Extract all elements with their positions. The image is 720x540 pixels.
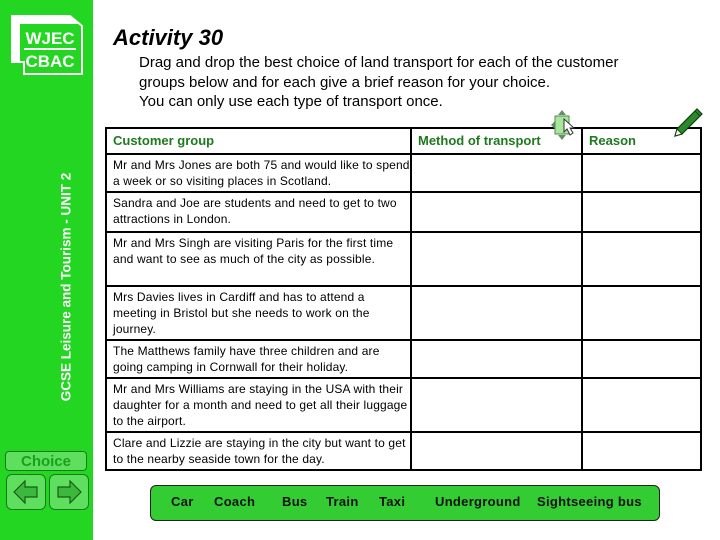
method-drop-cell[interactable] — [410, 191, 583, 233]
transport-option-taxi[interactable]: Taxi — [379, 494, 405, 509]
customer-group-cell: Clare and Lizzie are staying in the city… — [105, 431, 412, 471]
reason-cell[interactable] — [581, 431, 702, 471]
transport-option-bus[interactable]: Bus — [282, 494, 307, 509]
transport-option-car[interactable]: Car — [171, 494, 194, 509]
table-row: Sandra and Joe are students and need to … — [105, 191, 702, 233]
reason-cell[interactable] — [581, 191, 702, 233]
activity-table: Customer group Method of transport Reaso… — [105, 127, 702, 471]
table-row: Clare and Lizzie are staying in the city… — [105, 431, 702, 471]
sidebar: WJEC CBAC GCSE Leisure and Tourism - UNI… — [0, 0, 93, 540]
customer-group-cell: Mr and Mrs Singh are visiting Paris for … — [105, 231, 412, 287]
table-row: Mr and Mrs Jones are both 75 and would l… — [105, 153, 702, 193]
svg-text:WJEC: WJEC — [25, 29, 74, 48]
next-button[interactable] — [49, 474, 89, 510]
reason-cell[interactable] — [581, 153, 702, 193]
method-drop-cell[interactable] — [410, 285, 583, 341]
reason-cell[interactable] — [581, 285, 702, 341]
customer-group-cell: Mr and Mrs Williams are staying in the U… — [105, 377, 412, 433]
reason-cell[interactable] — [581, 339, 702, 379]
wjec-logo: WJEC CBAC — [11, 15, 83, 75]
choice-label: Choice — [5, 451, 87, 471]
customer-group-cell: The Matthews family have three children … — [105, 339, 412, 379]
left-arrow-icon — [13, 479, 38, 505]
reason-cell[interactable] — [581, 377, 702, 433]
customer-group-cell: Mr and Mrs Jones are both 75 and would l… — [105, 153, 412, 193]
table-header-row: Customer group Method of transport Reaso… — [105, 127, 702, 155]
drag-move-icon — [551, 110, 576, 140]
transport-option-sightseeing-bus[interactable]: Sightseeing bus — [537, 494, 642, 509]
right-arrow-icon — [57, 479, 82, 505]
method-drop-cell[interactable] — [410, 339, 583, 379]
method-drop-cell[interactable] — [410, 231, 583, 287]
customer-group-cell: Mrs Davies lives in Cardiff and has to a… — [105, 285, 412, 341]
previous-button[interactable] — [6, 474, 46, 510]
transport-option-coach[interactable]: Coach — [214, 494, 255, 509]
method-drop-cell[interactable] — [410, 153, 583, 193]
activity-title: Activity 30 — [113, 25, 224, 50]
table-row: Mr and Mrs Singh are visiting Paris for … — [105, 231, 702, 287]
svg-text:CBAC: CBAC — [25, 52, 74, 71]
pencil-icon — [674, 108, 703, 137]
customer-group-cell: Sandra and Joe are students and need to … — [105, 191, 412, 233]
transport-option-underground[interactable]: Underground — [435, 494, 521, 509]
table-row: Mrs Davies lives in Cardiff and has to a… — [105, 285, 702, 341]
table-row: The Matthews family have three children … — [105, 339, 702, 379]
transport-option-train[interactable]: Train — [326, 494, 359, 509]
course-title: GCSE Leisure and Tourism - UNIT 2 — [58, 172, 74, 402]
transport-options-bar: Car Coach Bus Train Taxi Underground Sig… — [150, 485, 660, 521]
instruction-line: groups below and for each give a brief r… — [139, 73, 551, 91]
method-drop-cell[interactable] — [410, 431, 583, 471]
method-drop-cell[interactable] — [410, 377, 583, 433]
header-customer-group: Customer group — [105, 127, 412, 155]
reason-cell[interactable] — [581, 231, 702, 287]
instruction-line: Drag and drop the best choice of land tr… — [139, 54, 619, 71]
instruction-line: You can only use each type of transport … — [139, 93, 443, 110]
instructions: Drag and drop the best choice of land tr… — [139, 53, 618, 112]
table-row: Mr and Mrs Williams are staying in the U… — [105, 377, 702, 433]
